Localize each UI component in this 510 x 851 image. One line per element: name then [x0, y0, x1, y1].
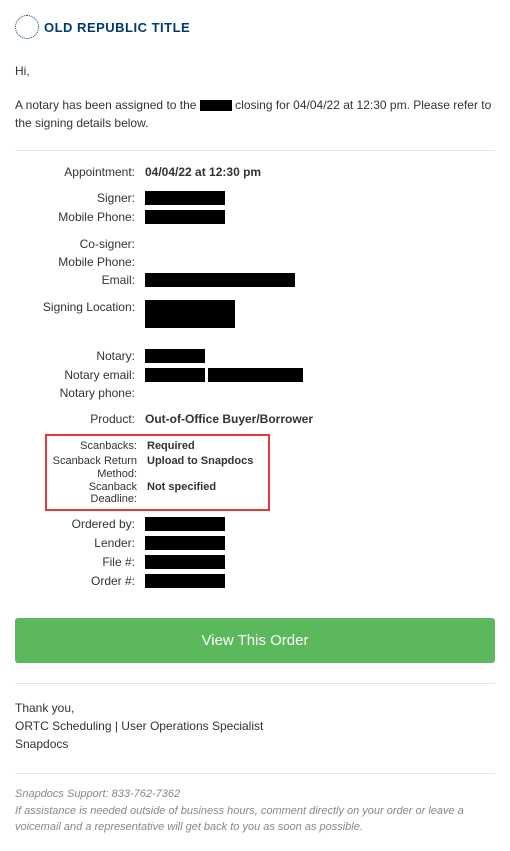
details-block: Appointment: 04/04/22 at 12:30 pm Signer… [15, 151, 495, 603]
intro-paragraph: A notary has been assigned to the closin… [15, 96, 495, 132]
label-order-no: Order #: [15, 574, 145, 591]
separator-footer [15, 773, 495, 774]
label-mobile1: Mobile Phone: [15, 210, 145, 227]
redacted-notary [145, 349, 205, 363]
company-logo: OLD REPUBLIC TITLE [15, 15, 495, 39]
label-notary-email: Notary email: [15, 368, 145, 384]
separator-bottom [15, 683, 495, 684]
logo-text: OLD REPUBLIC TITLE [44, 20, 190, 35]
label-signer: Signer: [15, 191, 145, 208]
label-file-no: File #: [15, 555, 145, 572]
redacted-notary-email-b [208, 368, 303, 382]
footer-support: Snapdocs Support: 833-762-7362 [15, 786, 495, 803]
footer-note: If assistance is needed outside of busin… [15, 803, 495, 836]
redacted-location [145, 300, 235, 328]
label-mobile2: Mobile Phone: [15, 255, 145, 271]
redacted-mobile1 [145, 210, 225, 224]
label-notary: Notary: [15, 349, 145, 366]
signoff-block: Thank you, ORTC Scheduling | User Operat… [15, 699, 495, 753]
label-scanback-deadline: Scanback Deadline: [47, 481, 147, 505]
label-notary-phone: Notary phone: [15, 386, 145, 402]
footer-block: Snapdocs Support: 833-762-7362 If assist… [15, 773, 495, 836]
value-scanbacks: Required [147, 440, 268, 455]
label-appointment: Appointment: [15, 165, 145, 181]
label-scanbacks: Scanbacks: [47, 440, 147, 455]
redacted-notary-email-a [145, 368, 205, 382]
scanback-highlight: Scanbacks: Required Scanback Return Meth… [45, 434, 270, 511]
signoff-company: Snapdocs [15, 735, 495, 753]
redacted-order-no [145, 574, 225, 588]
label-scanback-return: Scanback Return Method: [47, 455, 147, 481]
label-product: Product: [15, 412, 145, 428]
label-lender: Lender: [15, 536, 145, 553]
logo-star-circle-icon [15, 15, 39, 39]
value-scanback-deadline: Not specified [147, 481, 268, 505]
redacted-email [145, 273, 295, 287]
intro-text-before: A notary has been assigned to the [15, 98, 200, 112]
redacted-file-no [145, 555, 225, 569]
label-email: Email: [15, 273, 145, 290]
value-appointment: 04/04/22 at 12:30 pm [145, 165, 495, 181]
signoff-thankyou: Thank you, [15, 699, 495, 717]
value-scanback-return: Upload to Snapdocs [147, 455, 268, 467]
greeting-text: Hi, [15, 64, 495, 78]
redacted-ordered-by [145, 517, 225, 531]
value-product: Out-of-Office Buyer/Borrower [145, 412, 495, 428]
label-cosigner: Co-signer: [15, 237, 145, 253]
redacted-signer [145, 191, 225, 205]
view-order-button[interactable]: View This Order [15, 618, 495, 663]
redacted-lender [145, 536, 225, 550]
label-signing-location: Signing Location: [15, 300, 145, 331]
label-ordered-by: Ordered by: [15, 517, 145, 534]
signoff-role: ORTC Scheduling | User Operations Specia… [15, 717, 495, 735]
redacted-name [200, 100, 232, 111]
